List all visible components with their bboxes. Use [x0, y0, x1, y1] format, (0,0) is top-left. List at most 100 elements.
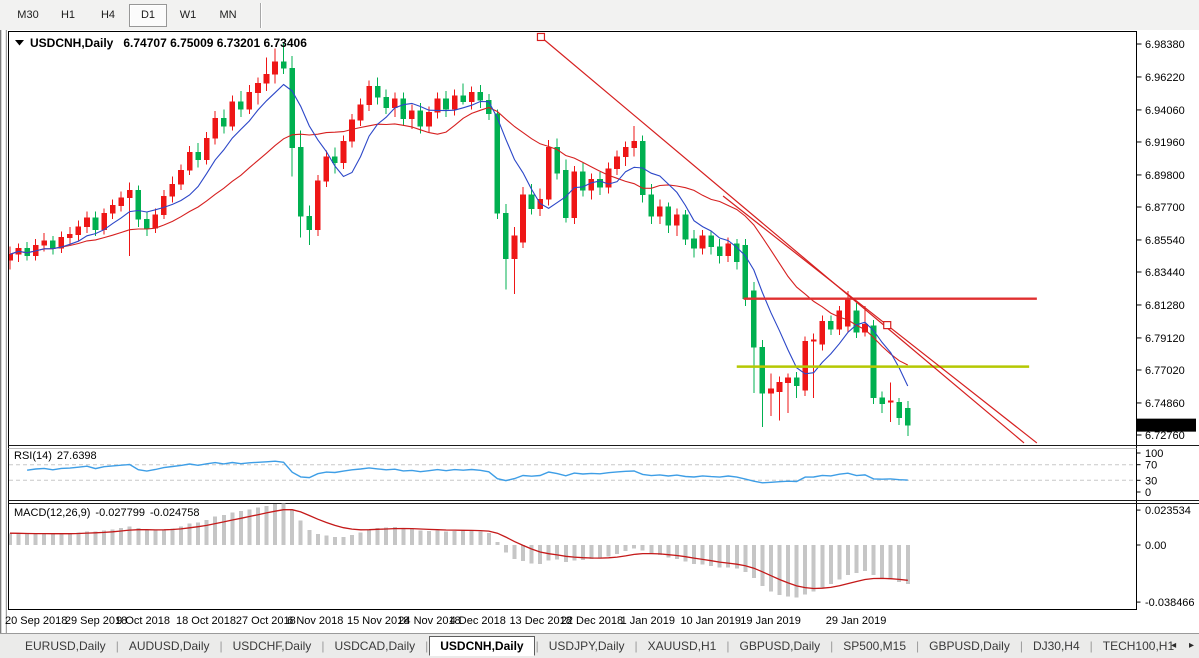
timeframe-w1[interactable]: W1: [169, 4, 207, 27]
price-axis-label: 6.96220: [1145, 72, 1185, 84]
tab-xauusd-h1[interactable]: XAUUSD,H1: [639, 636, 726, 656]
macd-histogram-bar: [615, 545, 619, 554]
current-price-value: 6.73406: [1141, 420, 1181, 432]
macd-histogram-bar: [59, 534, 63, 545]
tab-usdchf-daily[interactable]: USDCHF,Daily: [224, 636, 321, 656]
candle: [521, 187, 526, 248]
tab-scroll-right-icon[interactable]: ▸: [1189, 640, 1194, 651]
macd-histogram-bar: [863, 545, 867, 571]
macd-histogram-bar: [436, 531, 440, 545]
timeframe-m30[interactable]: M30: [9, 4, 47, 27]
date-axis-label: 20 Sep 2018: [5, 615, 67, 627]
rsi-axis-label: 70: [1145, 460, 1157, 472]
macd-histogram-bar: [94, 532, 98, 545]
tab-eurusd-daily[interactable]: EURUSD,Daily: [16, 636, 115, 656]
timeframe-h4[interactable]: H4: [89, 4, 127, 27]
macd-histogram-bar: [470, 531, 474, 545]
tab-usdcad-daily[interactable]: USDCAD,Daily: [325, 636, 424, 656]
macd-histogram-bar: [461, 531, 465, 545]
tab-gbpusd-daily[interactable]: GBPUSD,Daily: [730, 636, 829, 656]
macd-histogram-bar: [170, 528, 174, 545]
price-axis-label: 6.79120: [1145, 333, 1185, 345]
tab-usdjpy-daily[interactable]: USDJPY,Daily: [540, 636, 634, 656]
macd-histogram-bar: [726, 545, 730, 567]
macd-histogram-bar: [607, 545, 611, 557]
timeframe-mn[interactable]: MN: [209, 4, 247, 27]
tab-audusd-daily[interactable]: AUDUSD,Daily: [120, 636, 219, 656]
tab-scroll-arrows: ◂ ▸: [1161, 640, 1194, 651]
trendline-handle[interactable]: [537, 33, 544, 40]
macd-histogram-bar: [786, 545, 790, 596]
date-axis-label: 18 Oct 2018: [176, 615, 236, 627]
macd-histogram-bar: [34, 534, 38, 545]
rsi-axis-label: 100: [1145, 448, 1163, 460]
toolbar-separator: [260, 3, 262, 28]
tab-dj30-h4[interactable]: DJ30,H4: [1024, 636, 1089, 656]
tab-usdcnh-daily[interactable]: USDCNH,Daily: [429, 636, 534, 656]
date-axis-label: 9 Oct 2018: [116, 615, 170, 627]
macd-histogram-bar: [649, 545, 653, 554]
macd-histogram-bar: [17, 534, 21, 545]
date-axis-label: 6 Nov 2018: [287, 615, 343, 627]
macd-histogram-bar: [752, 545, 756, 578]
chart-ohlc-values: 6.74707 6.75009 6.73201 6.73406: [123, 36, 307, 50]
trendline-handle[interactable]: [884, 322, 891, 329]
macd-histogram-bar: [564, 545, 568, 562]
macd-histogram-bar: [897, 545, 901, 582]
macd-histogram-bar: [418, 531, 422, 545]
macd-histogram-bar: [128, 527, 132, 545]
tab-scroll-left-icon[interactable]: ◂: [1171, 640, 1176, 651]
macd-histogram-bar: [376, 528, 380, 545]
macd-histogram-bar: [854, 545, 858, 573]
macd-histogram-bar: [239, 511, 243, 545]
price-chart[interactable]: 6.983806.962206.940606.919606.898006.877…: [0, 30, 1199, 633]
macd-histogram-bar: [51, 534, 55, 545]
macd-histogram-bar: [495, 542, 499, 545]
macd-histogram-bar: [213, 517, 217, 545]
macd-histogram-bar: [162, 530, 166, 545]
macd-histogram-bar: [846, 545, 850, 575]
timeframe-d1[interactable]: D1: [129, 4, 167, 27]
macd-histogram-bar: [427, 531, 431, 545]
macd-histogram-bar: [598, 545, 602, 559]
candle: [572, 166, 577, 224]
macd-histogram-bar: [453, 531, 457, 545]
price-axis-label: 6.81280: [1145, 300, 1185, 312]
macd-axis-label: 0.023534: [1145, 505, 1191, 517]
macd-histogram-bar: [401, 528, 405, 545]
macd-histogram-bar: [906, 545, 910, 584]
macd-histogram-bar: [410, 529, 414, 545]
macd-histogram-bar: [384, 528, 388, 545]
macd-histogram-bar: [872, 545, 876, 575]
symbol-tabbar: EURUSD,Daily|AUDUSD,Daily|USDCHF,Daily|U…: [0, 633, 1199, 658]
candle: [315, 175, 320, 236]
candle: [743, 239, 748, 306]
macd-histogram-bar: [521, 545, 525, 561]
macd-label: MACD(12,26,9)-0.027799-0.024758: [14, 507, 200, 519]
candle: [546, 140, 551, 206]
macd-histogram-bar: [820, 545, 824, 587]
price-axis-label: 6.91960: [1145, 137, 1185, 149]
macd-histogram-bar: [512, 545, 516, 559]
macd-axis-label: 0.00: [1145, 540, 1166, 552]
date-axis-label: 1 Jan 2019: [621, 615, 675, 627]
price-axis-label: 6.85540: [1145, 235, 1185, 247]
macd-histogram-bar: [666, 545, 670, 558]
macd-histogram-bar: [444, 531, 448, 545]
macd-histogram-bar: [769, 545, 773, 592]
macd-histogram-bar: [572, 545, 576, 560]
tab-gbpusd-daily[interactable]: GBPUSD,Daily: [920, 636, 1019, 656]
price-axis-label: 6.89800: [1145, 170, 1185, 182]
price-axis-label: 6.83440: [1145, 267, 1185, 279]
candle: [495, 109, 500, 219]
tab-sp500-m15[interactable]: SP500,M15: [834, 636, 915, 656]
macd-histogram-bar: [692, 545, 696, 564]
timeframe-h1[interactable]: H1: [49, 4, 87, 27]
macd-histogram-bar: [256, 508, 260, 545]
macd-histogram-bar: [889, 545, 893, 580]
rsi-axis-label: 0: [1145, 487, 1151, 499]
macd-histogram-bar: [324, 535, 328, 545]
trading-platform-window: M30H1H4D1W1MN 6.983806.962206.940606.919…: [0, 0, 1199, 658]
macd-histogram-bar: [487, 533, 491, 545]
macd-histogram-bar: [829, 545, 833, 584]
